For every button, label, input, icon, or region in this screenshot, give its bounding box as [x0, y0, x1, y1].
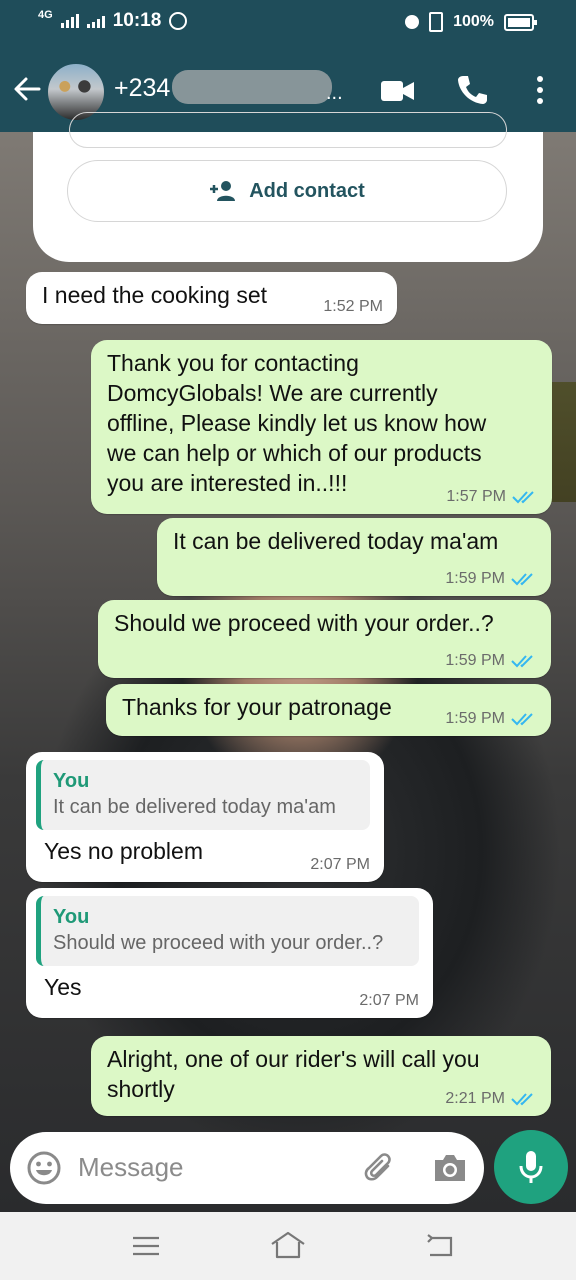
status-left: 4G 10:18: [38, 9, 188, 32]
quoted-message[interactable]: You Should we proceed with your order..?: [36, 896, 419, 966]
message-outgoing[interactable]: Alright, one of our rider's will call yo…: [91, 1036, 551, 1116]
clock: 10:18: [112, 10, 162, 31]
microphone-icon: [519, 1151, 543, 1183]
redacted-number: [172, 70, 332, 104]
back-nav-icon[interactable]: [424, 1234, 454, 1258]
message-line: DomcyGlobals! We are currently: [107, 380, 438, 406]
message-outgoing[interactable]: Should we proceed with your order..? 1:5…: [98, 600, 551, 678]
paperclip-icon[interactable]: [362, 1150, 398, 1186]
status-bar: 4G 10:18 100%: [0, 0, 576, 46]
status-right: 100%: [405, 12, 537, 32]
alarm-icon: [405, 15, 420, 29]
read-ticks-icon: [511, 655, 533, 668]
message-text: I need the cooking set: [42, 282, 268, 308]
quote-text: Should we proceed with your order..?: [53, 932, 384, 954]
vibrate-icon: [429, 12, 444, 32]
message-outgoing[interactable]: Thank you for contacting DomcyGlobals! W…: [91, 340, 552, 514]
message-time: 1:59 PM: [445, 652, 537, 670]
home-icon[interactable]: [270, 1230, 306, 1260]
message-text: Yes: [44, 974, 82, 1000]
message-time: 1:59 PM: [445, 570, 537, 588]
message-line: Thank you for contacting: [107, 350, 359, 376]
system-nav-bar: [0, 1212, 576, 1280]
add-contact-button[interactable]: Add contact: [67, 160, 507, 222]
message-incoming-reply[interactable]: You Should we proceed with your order..?…: [26, 888, 433, 1018]
message-text: Thanks for your patronage: [122, 694, 392, 720]
message-text: It can be delivered today ma'am: [173, 528, 499, 554]
recent-apps-icon[interactable]: [132, 1236, 160, 1256]
message-outgoing[interactable]: It can be delivered today ma'am 1:59 PM: [157, 518, 551, 596]
quote-author: You: [53, 770, 90, 792]
signal-icon: [60, 14, 79, 28]
add-contact-label: Add contact: [249, 179, 365, 202]
message-line: we can help or which of our products: [107, 440, 482, 466]
read-ticks-icon: [512, 491, 534, 504]
quote-text: It can be delivered today ma'am: [53, 796, 336, 818]
signal-icon-2: [86, 14, 105, 28]
message-line: offline, Please kindly let us know how: [107, 410, 487, 436]
quote-author: You: [53, 906, 90, 928]
message-composer[interactable]: Message: [10, 1132, 484, 1204]
quoted-message[interactable]: You It can be delivered today ma'am: [36, 760, 370, 830]
read-ticks-icon: [511, 713, 533, 726]
read-ticks-icon: [511, 1093, 533, 1106]
message-incoming-reply[interactable]: You It can be delivered today ma'am Yes …: [26, 752, 384, 882]
message-line: Alright, one of our rider's will call yo…: [107, 1046, 480, 1072]
message-input[interactable]: Message: [78, 1152, 184, 1183]
message-time: 1:57 PM: [446, 488, 538, 506]
unknown-contact-card: Add contact: [33, 112, 543, 262]
more-vertical-icon[interactable]: [532, 74, 548, 106]
contact-name[interactable]: +234: [114, 74, 170, 103]
network-type: 4G: [38, 9, 53, 21]
video-camera-icon[interactable]: [381, 80, 415, 102]
message-time: 2:21 PM: [445, 1090, 537, 1108]
person-add-icon: [210, 181, 236, 201]
camera-icon[interactable]: [432, 1152, 468, 1184]
message-incoming[interactable]: I need the cooking set 1:52 PM: [26, 272, 397, 324]
contact-name-ellipsis: ...: [326, 82, 343, 104]
message-time: 1:59 PM: [445, 710, 537, 728]
message-time: 2:07 PM: [310, 856, 370, 873]
battery-percent: 100%: [453, 13, 494, 30]
read-ticks-icon: [511, 573, 533, 586]
block-button[interactable]: [69, 112, 507, 148]
microphone-button[interactable]: [494, 1130, 568, 1204]
battery-icon: [504, 13, 537, 31]
message-text: Should we proceed with your order..?: [114, 610, 494, 636]
phone-icon[interactable]: [456, 74, 488, 106]
emoji-icon[interactable]: [26, 1150, 62, 1186]
message-text: Yes no problem: [44, 838, 203, 864]
message-outgoing[interactable]: Thanks for your patronage 1:59 PM: [106, 684, 551, 736]
message-time: 1:52 PM: [323, 298, 383, 315]
whatsapp-notification-icon: [169, 12, 188, 30]
arrow-left-icon[interactable]: [12, 74, 42, 104]
message-time: 2:07 PM: [359, 992, 419, 1009]
